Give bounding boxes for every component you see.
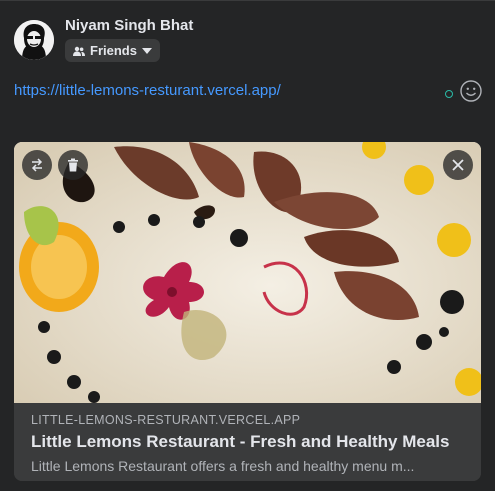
- post-composer: Niyam Singh Bhat Friends https://little-…: [0, 0, 495, 491]
- link-preview-image: [14, 142, 481, 403]
- avatar-image: [14, 20, 54, 60]
- audience-label: Friends: [90, 43, 137, 58]
- avatar[interactable]: [14, 20, 54, 60]
- emoji-icon[interactable]: [460, 80, 482, 102]
- author-name[interactable]: Niyam Singh Bhat: [65, 17, 193, 34]
- remove-preview-button[interactable]: [443, 150, 473, 180]
- status-dot-icon: [445, 90, 453, 98]
- link-preview-card[interactable]: LITTLE-LEMONS-RESTURANT.VERCEL.APP Littl…: [14, 142, 481, 481]
- swap-icon: [30, 158, 44, 172]
- divider: [0, 0, 495, 1]
- link-preview-domain: LITTLE-LEMONS-RESTURANT.VERCEL.APP: [31, 413, 301, 427]
- delete-button[interactable]: [58, 150, 88, 180]
- swap-button[interactable]: [22, 150, 52, 180]
- post-text[interactable]: https://little-lemons-resturant.vercel.a…: [14, 82, 281, 99]
- close-icon: [452, 159, 464, 171]
- link-preview-meta[interactable]: LITTLE-LEMONS-RESTURANT.VERCEL.APP Littl…: [14, 403, 481, 481]
- link-preview-title: Little Lemons Restaurant - Fresh and Hea…: [31, 432, 450, 451]
- audience-selector[interactable]: Friends: [65, 39, 160, 62]
- link-preview-description: Little Lemons Restaurant offers a fresh …: [31, 458, 415, 474]
- trash-icon: [66, 158, 80, 172]
- caret-down-icon: [141, 47, 152, 54]
- friends-icon: [73, 46, 85, 56]
